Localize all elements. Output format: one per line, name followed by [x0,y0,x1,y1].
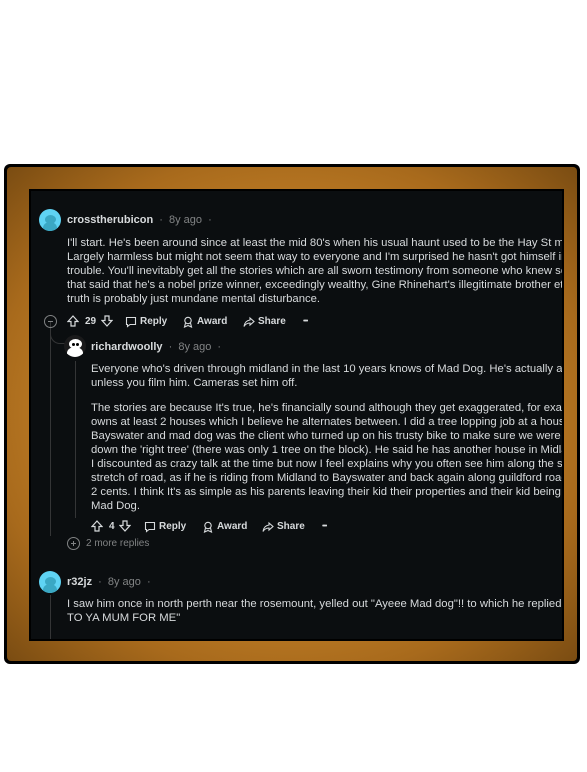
upvote-button[interactable] [90,518,104,536]
downvote-icon [100,315,114,328]
username[interactable]: crosstherubicon [67,214,153,226]
comment-line: trouble. You'll inevitably get all the s… [67,265,564,277]
username[interactable]: richardwoolly [91,341,163,353]
vote-count: 4 [109,521,115,532]
separator-dot: · [159,214,163,226]
reply-connector [50,331,65,344]
comment-line: TO YA MUM FOR ME" [67,612,181,624]
comment-line: I'll start. He's been around since at le… [67,237,564,249]
more-options-button[interactable]: ••• [322,518,327,536]
comment-actions: 4 Reply Award Share ••• [90,518,391,536]
separator-dot: · [217,341,222,353]
separator-dot: · [208,214,212,226]
award-icon [183,316,193,328]
award-icon [203,521,213,533]
comment-thread: crosstherubicon · 8y ago · I'll start. H… [29,189,564,641]
comment-line: I discounted as crazy talk at the time b… [91,458,564,470]
reply-icon [144,521,156,533]
upvote-button[interactable] [66,313,80,331]
comment-line [91,390,562,401]
avatar[interactable] [64,335,86,357]
reply-label: Reply [140,316,168,327]
share-label: Share [277,521,305,532]
comment-meta: richardwoolly · 8y ago · [91,340,224,354]
comment-line: Everyone who's driven through midland in… [91,363,564,375]
collapse-thread-button[interactable] [44,315,57,328]
comment-line: The stories are because It's true, he's … [91,402,564,414]
timestamp[interactable]: 8y ago [108,576,141,588]
username[interactable]: r32jz [67,576,92,588]
share-button[interactable]: Share [262,518,305,536]
timestamp[interactable]: 8y ago [178,341,211,353]
award-button[interactable]: Award [202,518,247,536]
more-options-button[interactable]: ••• [303,313,308,331]
thread-line[interactable] [50,595,51,639]
downvote-button[interactable] [118,518,132,536]
comment-body: I'll start. He's been around since at le… [67,236,564,306]
comment-line: owns at least 2 houses which I believe h… [91,416,564,428]
share-label: Share [258,316,286,327]
more-replies-link[interactable]: 2 more replies [86,538,149,549]
comment-line: Mad Dog. [91,500,140,512]
avatar[interactable] [39,209,61,231]
separator-dot: · [98,576,102,588]
share-button[interactable]: Share [243,313,286,331]
screenshot-frame: crosstherubicon · 8y ago · I'll start. H… [4,164,580,664]
avatar[interactable] [39,571,61,593]
comment-meta: r32jz · 8y ago · [67,575,154,589]
reply-button[interactable]: Reply [125,313,167,331]
reply-icon [125,316,137,328]
comment-line: Bayswater and mad dog was the client who… [91,430,564,442]
expand-replies-button[interactable] [67,537,80,550]
thread-line[interactable] [75,361,76,518]
vote-count: 29 [85,316,97,327]
downvote-icon [118,520,132,533]
award-button[interactable]: Award [182,313,227,331]
comment-line: truth is probably just mundane mental di… [67,293,321,305]
comment-line: unless you film him. Cameras set him off… [91,377,298,389]
comment-line: I saw him once in north perth near the r… [67,598,564,610]
upvote-icon [90,520,104,532]
downvote-button[interactable] [100,313,114,331]
reply-button[interactable]: Reply [144,518,186,536]
reply-label: Reply [159,521,187,532]
share-icon [262,521,274,532]
award-label: Award [197,316,228,327]
comment-line: stretch of road, as if he is riding from… [91,472,564,484]
timestamp[interactable]: 8y ago [169,214,202,226]
share-icon [243,316,255,327]
separator-dot: · [168,341,173,353]
comment-body: Everyone who's driven through midland in… [91,362,564,513]
separator-dot: · [146,576,151,588]
comment-line: Largely harmless but might not seem that… [67,251,564,263]
comment-meta: crosstherubicon · 8y ago · [67,213,215,227]
comment-line: 2 cents. I think It's as simple as his p… [91,486,564,498]
comment-body: I saw him once in north perth near the r… [67,597,564,625]
gold-border: crosstherubicon · 8y ago · I'll start. H… [7,167,577,661]
comment-line: down the 'right tree' (there was only 1 … [91,444,564,456]
thread-line[interactable] [50,321,51,536]
comment-line: that said that he's a nobel prize winner… [67,279,564,291]
upvote-icon [66,315,80,327]
comment-actions: 29 Reply Award Share ••• [66,313,367,331]
award-label: Award [217,521,248,532]
